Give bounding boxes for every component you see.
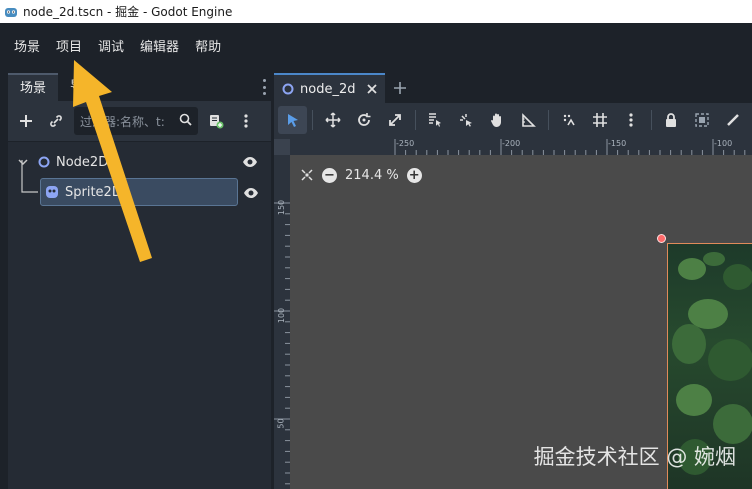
ruler-tick-label: -200 [502, 139, 521, 148]
ruler-horizontal: -250 -200 -150 -100 [290, 139, 752, 155]
canvas-viewport[interactable]: -250 -200 -150 -100 150 100 50 − 214.4 %… [274, 139, 752, 489]
move-mode-icon[interactable] [318, 106, 347, 134]
tab-scene[interactable]: 场景 [8, 73, 59, 101]
ruler-tick-label: 100 [277, 307, 287, 324]
window-title: node_2d.tscn - 掘金 - Godot Engine [23, 5, 233, 19]
menu-project[interactable]: 项目 [48, 23, 90, 73]
scale-mode-icon[interactable] [380, 106, 409, 134]
watermark-text: 掘金技术社区 @ 婉烟 [533, 445, 736, 469]
zoom-level-text[interactable]: 214.4 % [345, 168, 399, 183]
lock-icon[interactable] [657, 106, 686, 134]
toolbar-separator [650, 110, 652, 130]
main-menu-bar: 场景 项目 调试 编辑器 帮助 [0, 23, 752, 73]
main-editor: node_2d -250 -200 -150 -100 150 100 50 −… [274, 73, 752, 489]
ruler-tick-label: 150 [277, 199, 287, 216]
scene-tabs: node_2d [274, 73, 752, 103]
scene-tree: Node2D Sprite2D [8, 141, 271, 489]
menu-help[interactable]: 帮助 [187, 23, 229, 73]
ruler-tick-label: 50 [276, 418, 286, 429]
menu-scene[interactable]: 场景 [6, 23, 48, 73]
list-select-icon[interactable] [421, 106, 450, 134]
node-label: Node2D [56, 154, 109, 170]
zoom-controls: − 214.4 % + [300, 165, 422, 185]
scene-dock: 场景 导 过滤器:名称、t: Node2D Sprite2D [8, 73, 271, 489]
toolbar-separator [548, 110, 550, 130]
select-mode-icon[interactable] [278, 106, 308, 134]
ruler-tick-label: -150 [608, 139, 627, 148]
menu-debug[interactable]: 调试 [90, 23, 132, 73]
ruler-tick-label: -100 [714, 139, 733, 148]
group-icon[interactable] [688, 106, 717, 134]
search-icon [179, 113, 192, 129]
ruler-tick-label: -250 [396, 139, 415, 148]
tree-node-node2d[interactable]: Node2D [16, 148, 266, 176]
link-icon[interactable] [44, 109, 68, 133]
toolbar-separator [414, 110, 416, 130]
node-origin-marker [657, 234, 666, 243]
snap-options-icon[interactable] [616, 106, 645, 134]
close-icon[interactable] [367, 84, 378, 94]
sprite2d-icon [45, 185, 59, 199]
filter-placeholder: 过滤器:名称、t: [80, 114, 165, 129]
node-label: Sprite2D [65, 184, 122, 200]
grid-snap-icon[interactable] [585, 106, 614, 134]
scene-dock-toolbar: 过滤器:名称、t: [8, 101, 271, 141]
godot-logo-icon [4, 5, 18, 19]
smart-snap-icon[interactable] [554, 106, 583, 134]
zoom-in-button[interactable]: + [406, 167, 422, 183]
ruler-corner [274, 139, 290, 155]
visibility-eye-icon[interactable] [242, 156, 258, 168]
node2d-icon [38, 156, 50, 168]
filter-nodes-input[interactable]: 过滤器:名称、t: [74, 107, 198, 135]
tab-node-2d[interactable]: node_2d [274, 73, 386, 103]
visibility-eye-icon[interactable] [243, 187, 259, 199]
tab-label: node_2d [300, 81, 356, 97]
zoom-reset-icon[interactable] [300, 168, 314, 182]
node2d-icon [282, 83, 294, 95]
collapse-chevron-icon[interactable] [16, 158, 30, 166]
tab-import[interactable]: 导 [58, 73, 95, 101]
add-node-icon[interactable] [14, 109, 38, 133]
attach-script-icon[interactable] [204, 109, 228, 133]
tree-node-sprite2d[interactable]: Sprite2D [40, 178, 238, 206]
ruler-mode-icon[interactable] [514, 106, 543, 134]
pivot-mode-icon[interactable] [452, 106, 481, 134]
menu-editor[interactable]: 编辑器 [132, 23, 187, 73]
canvas-toolbar [274, 103, 752, 137]
scene-dock-tabs: 场景 导 [8, 73, 271, 101]
add-scene-tab-icon[interactable] [385, 73, 415, 103]
window-titlebar: node_2d.tscn - 掘金 - Godot Engine [0, 0, 752, 23]
rotate-mode-icon[interactable] [349, 106, 378, 134]
dock-options-icon[interactable] [261, 79, 267, 95]
ruler-vertical: 150 100 50 [274, 155, 290, 489]
skeleton-icon[interactable] [719, 106, 748, 134]
zoom-out-button[interactable]: − [322, 167, 337, 183]
toolbar-separator [312, 110, 314, 130]
pan-mode-icon[interactable] [483, 106, 512, 134]
more-options-icon[interactable] [234, 109, 258, 133]
